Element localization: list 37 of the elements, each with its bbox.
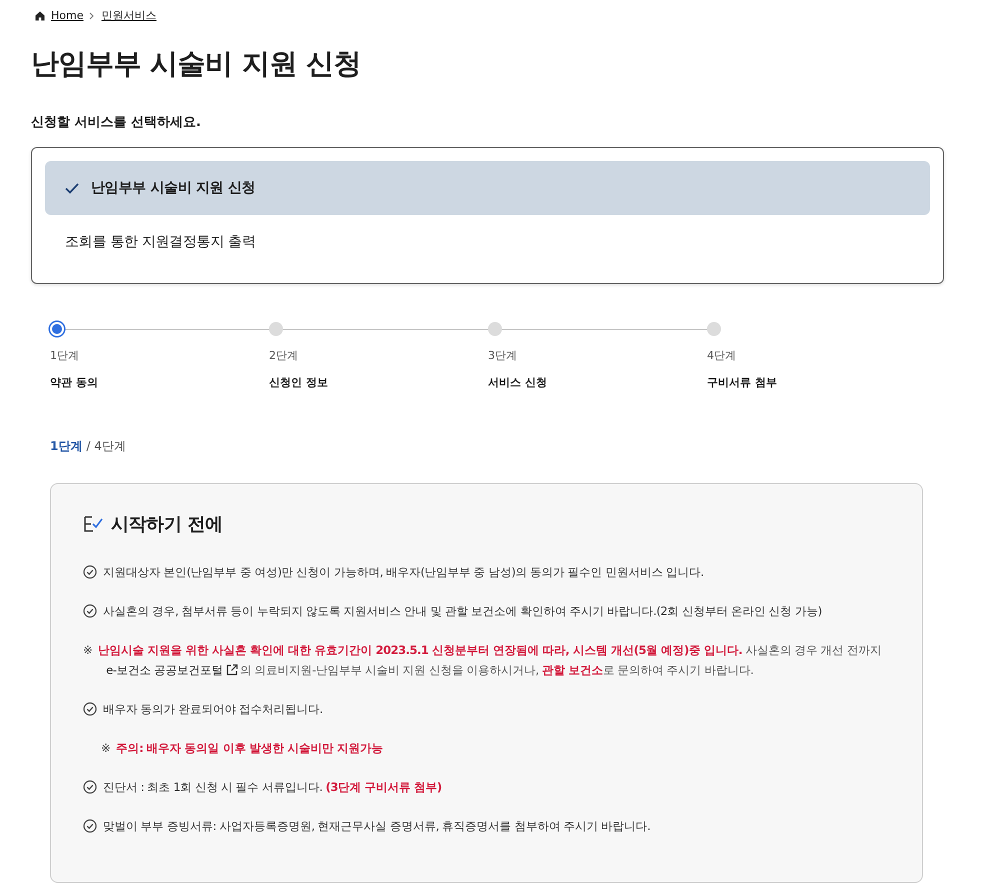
notice-text: 사실혼의 경우, 첨부서류 등이 누락되지 않도록 지원서비스 안내 및 관할 보건소에 확인하여 주시기 바랍니다.(2회 신청부터 온라인 신청 가능) (103, 603, 823, 620)
checklist-icon (83, 515, 103, 533)
external-link-icon (226, 664, 238, 676)
check-circle-icon (83, 702, 97, 716)
step-label: 구비서류 첨부 (707, 375, 777, 390)
reference-mark: ※ (101, 740, 110, 757)
check-circle-icon (83, 604, 97, 618)
notice-title: 시작하기 전에 (111, 513, 222, 536)
page-title: 난임부부 시술비 지원 신청 (31, 46, 362, 82)
chevron-right-icon (89, 12, 96, 20)
step-number: 4단계 (707, 348, 736, 363)
step-label: 서비스 신청 (488, 375, 547, 390)
notice-text: 진단서 : 최초 1회 신청 시 필수 서류입니다. (3단계 구비서류 첨부) (103, 779, 443, 796)
step-number: 3단계 (488, 348, 517, 363)
step-label: 약관 동의 (50, 375, 98, 390)
portal-link[interactable]: e-보건소 공공보건포털 (106, 660, 238, 680)
step-number: 1단계 (50, 348, 79, 363)
check-circle-icon (83, 565, 97, 579)
notice-text: 맞벌이 부부 증빙서류: 사업자등록증명원, 현재근무사실 증명서류, 휴직증명서를 첨부하여 주시기 바랍니다. (103, 818, 652, 835)
check-circle-icon (83, 819, 97, 833)
service-option[interactable]: 조회를 통한 지원결정통지 출력 (45, 217, 930, 267)
breadcrumb-link[interactable]: Home (51, 9, 84, 22)
service-option[interactable]: 난임부부 시술비 지원 신청 (45, 161, 930, 215)
notice-text: 배우자 동의가 완료되어야 접수처리됩니다. (103, 701, 324, 718)
notice-text: 난임시술 지원을 위한 사실혼 확인에 대한 유효기간이 2023.5.1 신청분부터 연장됨에 따라, 시스템 개선(5월 예정)중 입니다. 사실혼의 경우 개선 전까지 e-보건소 공공보건포털 의 의료비지원-난임부부 시술비 지원 신청을 이용하시거나, 관할 보건소로 문의하여 주시기 바랍니다. (98, 640, 890, 680)
home-icon (35, 10, 45, 20)
current-step: 1단계 (50, 438, 82, 455)
step-number: 2단계 (269, 348, 298, 363)
total-steps: / 4단계 (86, 438, 126, 455)
step-label: 신청인 정보 (269, 375, 328, 390)
notice-text: 지원대상자 본인(난임부부 중 여성)만 신청이 가능하며, 배우자(난임부부 중 남성)의 동의가 필수인 민원서비스 입니다. (103, 564, 705, 581)
reference-mark: ※ (83, 642, 92, 659)
service-prompt: 신청할 서비스를 선택하세요. (31, 114, 202, 131)
breadcrumb-link[interactable]: 민원서비스 (101, 8, 156, 23)
check-icon (65, 182, 79, 194)
warning-text: 주의: 배우자 동의일 이후 발생한 시술비만 지원가능 (116, 740, 384, 757)
check-circle-icon (83, 780, 97, 794)
